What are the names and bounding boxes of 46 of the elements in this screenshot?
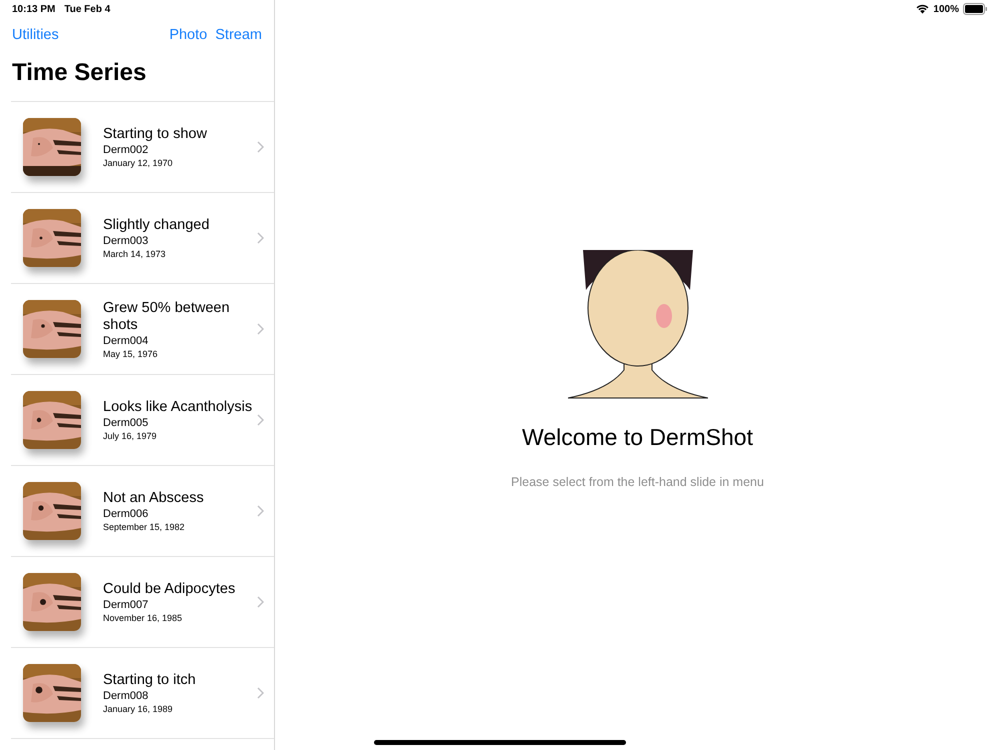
battery-icon [963,3,988,15]
list-row[interactable]: Looks like Acantholysis Derm005 July 16, 1979 [11,375,274,466]
list-row[interactable]: Starting to show Derm002 January 12, 1970 [11,102,274,193]
item-date: May 15, 1976 [103,348,159,358]
photo-stream-link[interactable]: Photo Stream [169,27,262,51]
item-date: September 15, 1982 [103,522,186,532]
list-row[interactable]: Starting to itch Derm008 January 16, 1989 [11,648,274,739]
home-indicator[interactable] [374,740,626,745]
item-title: Slightly changed [103,217,210,234]
item-id: Derm002 [103,144,150,156]
welcome-subtitle: Please select from the left-hand slide in menu [511,475,764,489]
chevron-icon [257,687,264,699]
status-date: Tue Feb 4 [64,4,110,14]
item-date: January 12, 1970 [103,158,174,168]
item-id: Derm003 [103,235,150,247]
chevron-icon [257,323,264,335]
item-date: July 16, 1979 [103,431,158,441]
item-id: Derm006 [103,508,150,520]
item-title: Looks like Acantholysis [103,399,254,416]
list-row[interactable]: Not an Abscess Derm006 September 15, 1982 [11,466,274,557]
item-title: Could be Adipocytes [103,581,236,598]
item-id: Derm007 [103,599,150,611]
chevron-icon [257,232,264,244]
list-row[interactable]: Slightly changed Derm003 March 14, 1973 [11,193,274,284]
chevron-icon [257,414,264,426]
utilities-link[interactable]: Utilities [12,27,59,51]
list-row[interactable]: Grew 50% between shots Derm004 May 15, 1976 [11,284,274,375]
item-date: November 16, 1985 [103,613,184,623]
item-date: January 16, 1989 [103,704,174,714]
list-row[interactable]: Could be Adipocytes Derm007 November 16, 1985 [11,557,274,648]
item-id: Derm008 [103,690,150,702]
item-id: Derm005 [103,417,150,429]
chevron-icon [257,505,264,517]
item-id: Derm004 [103,334,150,346]
list-title: Time Series [12,59,148,88]
item-title: Starting to show [103,126,208,143]
item-title: Starting to itch [103,672,197,689]
wifi-icon [916,4,930,14]
item-title: Grew 50% between shots [103,300,231,334]
battery-percent: 100% [933,4,959,14]
item-title: Not an Abscess [103,490,205,507]
chevron-icon [257,141,264,153]
welcome-title: Welcome to DermShot [522,424,753,451]
chevron-icon [257,596,264,608]
item-date: March 14, 1973 [103,249,167,259]
status-time: 10:13 PM [12,4,56,14]
